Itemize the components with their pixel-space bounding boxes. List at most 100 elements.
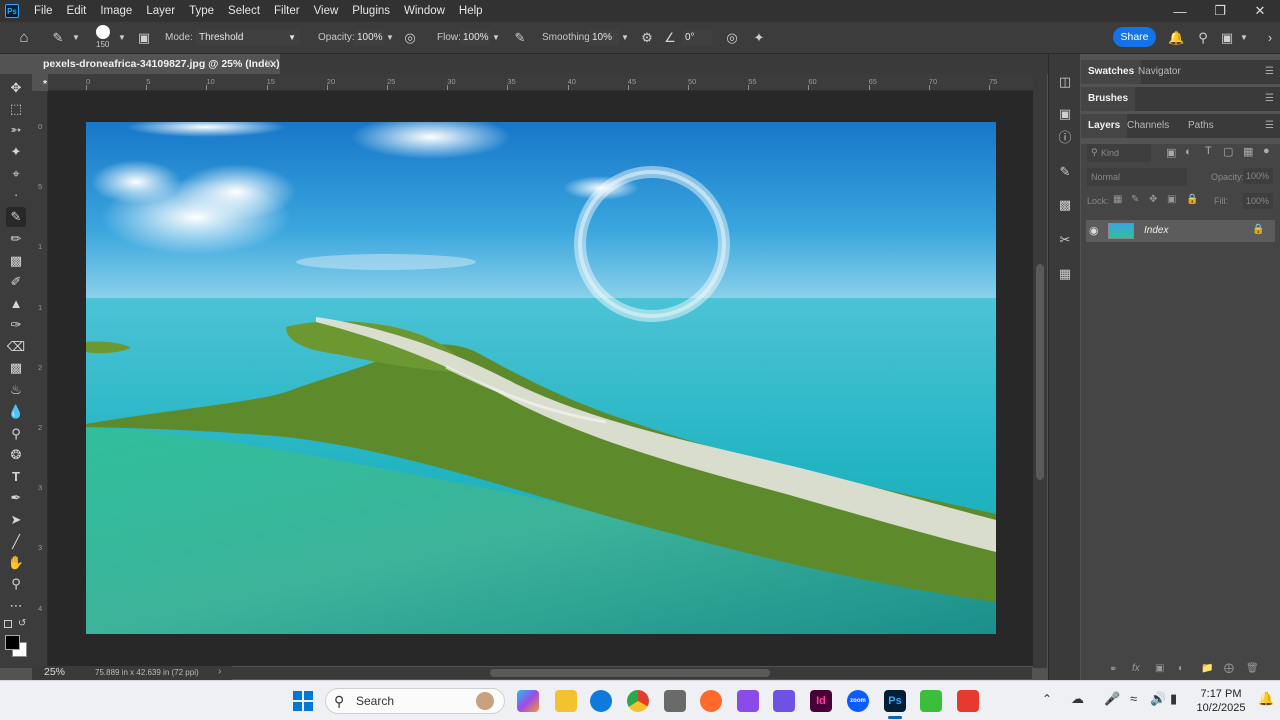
vpn-icon[interactable] (773, 690, 795, 712)
pencil-tool-icon[interactable]: ✏ (6, 229, 26, 249)
lock-artboard-icon[interactable]: ▣ (1167, 194, 1176, 205)
pressure-opacity-icon[interactable]: ◎ (402, 30, 418, 46)
menu-filter[interactable]: Filter (267, 0, 307, 22)
panel-menu-icon[interactable]: ☰ (1265, 120, 1274, 131)
windows-start-icon[interactable] (293, 691, 313, 711)
menu-window[interactable]: Window (397, 0, 452, 22)
brush-tool-icon[interactable]: ✎ (6, 207, 26, 227)
document-tab[interactable]: pexels-droneafrica-34109827.jpg @ 25% (I… (32, 54, 280, 90)
copilot-icon[interactable] (517, 690, 539, 712)
wifi-icon[interactable]: ≈ (1130, 691, 1137, 706)
cloud-icon[interactable]: ☁ (1071, 691, 1084, 707)
layer-name[interactable]: Index (1144, 225, 1168, 236)
type-filter-icon[interactable]: T (1205, 145, 1212, 157)
eyedropper-icon[interactable]: ∙ (6, 185, 26, 205)
libraries-icon[interactable]: ▣ (1055, 104, 1075, 124)
menu-layer[interactable]: Layer (139, 0, 182, 22)
add-mask-icon[interactable]: ▣ (1155, 663, 1164, 674)
gear-icon[interactable]: ⚙ (639, 30, 655, 46)
lock-all-icon[interactable]: 🔒 (1186, 194, 1198, 205)
firefox-icon[interactable] (700, 690, 722, 712)
stamp-icon[interactable]: ▲ (6, 294, 26, 314)
home-icon[interactable]: ⌂ (16, 30, 32, 46)
close-icon[interactable]: ✕ (1240, 0, 1280, 22)
restore-icon[interactable]: ❐ (1200, 0, 1240, 22)
symmetry-icon[interactable]: ✦ (751, 30, 767, 46)
adjustment-layer-icon[interactable]: ◐ (1178, 663, 1184, 674)
tab-paths[interactable]: Paths (1181, 114, 1221, 138)
vertical-scrollbar[interactable] (1033, 74, 1047, 668)
zoom-level[interactable]: 25% (44, 666, 65, 678)
edge-icon[interactable] (590, 690, 612, 712)
clone-stamp-icon[interactable]: ▩ (6, 251, 26, 271)
battery-icon[interactable]: ▮ (1170, 691, 1177, 707)
vertical-scroll-thumb[interactable] (1036, 264, 1044, 480)
paint-bucket-icon[interactable]: ♨ (6, 380, 26, 400)
chevron-right-icon[interactable]: › (218, 666, 221, 677)
menu-select[interactable]: Select (221, 0, 267, 22)
chrome-icon[interactable] (627, 690, 649, 712)
smart-filter-icon[interactable]: ▦ (1243, 145, 1253, 158)
opacity-field[interactable]: 100% (354, 30, 384, 46)
history-brush-icon[interactable]: ✐ (6, 272, 26, 292)
layer-row-index[interactable]: ◉ Index 🔒 (1086, 220, 1275, 242)
dodge-tool-icon[interactable]: ⚲ (6, 424, 26, 444)
taskbar-search[interactable]: ⚲ Search (325, 688, 505, 714)
panel-menu-icon[interactable]: ☰ (1265, 66, 1274, 77)
panel-menu-icon[interactable]: ☰ (1265, 93, 1274, 104)
swap-colors-icon[interactable]: ↺ (18, 618, 26, 629)
fill-field[interactable]: 100% (1243, 193, 1273, 209)
sponge-tool-icon[interactable]: ❂ (6, 445, 26, 465)
tab-channels[interactable]: Channels (1120, 114, 1176, 138)
properties-icon[interactable]: ▦ (1055, 264, 1075, 284)
info-icon[interactable]: ⓘ (1055, 128, 1075, 148)
foreground-color-swatch[interactable] (5, 635, 20, 650)
clone-source-icon[interactable]: ▩ (1055, 195, 1075, 215)
share-button[interactable]: Share (1113, 27, 1156, 47)
lock-position-icon[interactable]: ✥ (1149, 194, 1157, 205)
chevron-down-icon[interactable]: ▼ (617, 30, 633, 46)
pressure-size-icon[interactable]: ◎ (724, 30, 740, 46)
pen-tool-icon[interactable]: ✒ (6, 488, 26, 508)
camtasia-icon[interactable] (920, 690, 942, 712)
smoothing-field[interactable]: 10% (589, 30, 619, 46)
new-group-icon[interactable]: 📁 (1201, 663, 1213, 674)
menu-file[interactable]: File (27, 0, 60, 22)
calculator-icon[interactable] (664, 690, 686, 712)
search-icon[interactable]: ⚲ (1195, 30, 1211, 46)
menu-help[interactable]: Help (452, 0, 490, 22)
indesign-icon[interactable]: Id (810, 690, 832, 712)
menu-edit[interactable]: Edit (60, 0, 94, 22)
brush-preview-icon[interactable] (96, 25, 110, 39)
airbrush-icon[interactable]: ✎ (512, 30, 528, 46)
lasso-tool-icon[interactable]: ➳ (6, 120, 26, 140)
hand-tool-icon[interactable]: ✋ (6, 553, 26, 573)
screen-recorder-icon[interactable] (957, 690, 979, 712)
zoom-app-icon[interactable]: zoom (847, 690, 869, 712)
default-colors-icon[interactable] (4, 620, 12, 628)
menu-image[interactable]: Image (93, 0, 139, 22)
brush-settings-icon[interactable]: ✎ (1055, 162, 1075, 182)
menu-plugins[interactable]: Plugins (345, 0, 397, 22)
kind-filter[interactable]: ⚲ Kind (1087, 144, 1151, 162)
notification-bell-icon[interactable]: 🔔 (1258, 691, 1274, 707)
chevron-down-icon[interactable]: ▼ (68, 30, 84, 46)
chevron-down-icon[interactable]: ▼ (114, 30, 130, 46)
delete-layer-icon[interactable]: 🗑 (1246, 663, 1259, 674)
link-layers-icon[interactable]: ⚭ (1109, 664, 1117, 675)
new-layer-icon[interactable]: ⨁ (1224, 663, 1234, 674)
file-explorer-icon[interactable] (555, 690, 577, 712)
image-filter-icon[interactable]: ▣ (1166, 146, 1176, 159)
shape-filter-icon[interactable]: ▢ (1223, 145, 1233, 158)
magic-wand-icon[interactable]: ✦ (6, 142, 26, 162)
snipping-tool-icon[interactable] (737, 690, 759, 712)
blend-mode-select[interactable]: Normal (1087, 168, 1187, 186)
menu-type[interactable]: Type (182, 0, 221, 22)
mode-select[interactable]: Threshold ▼ (196, 30, 300, 46)
eraser-tool-icon[interactable]: ⌫ (6, 337, 26, 357)
tab-brushes[interactable]: Brushes (1081, 87, 1136, 111)
marquee-tool-icon[interactable]: ⬚ (6, 99, 26, 119)
history-icon[interactable]: ◫ (1055, 72, 1075, 92)
horizontal-scroll-thumb[interactable] (490, 669, 770, 677)
gradient-tool-icon[interactable]: ▩ (6, 358, 26, 378)
